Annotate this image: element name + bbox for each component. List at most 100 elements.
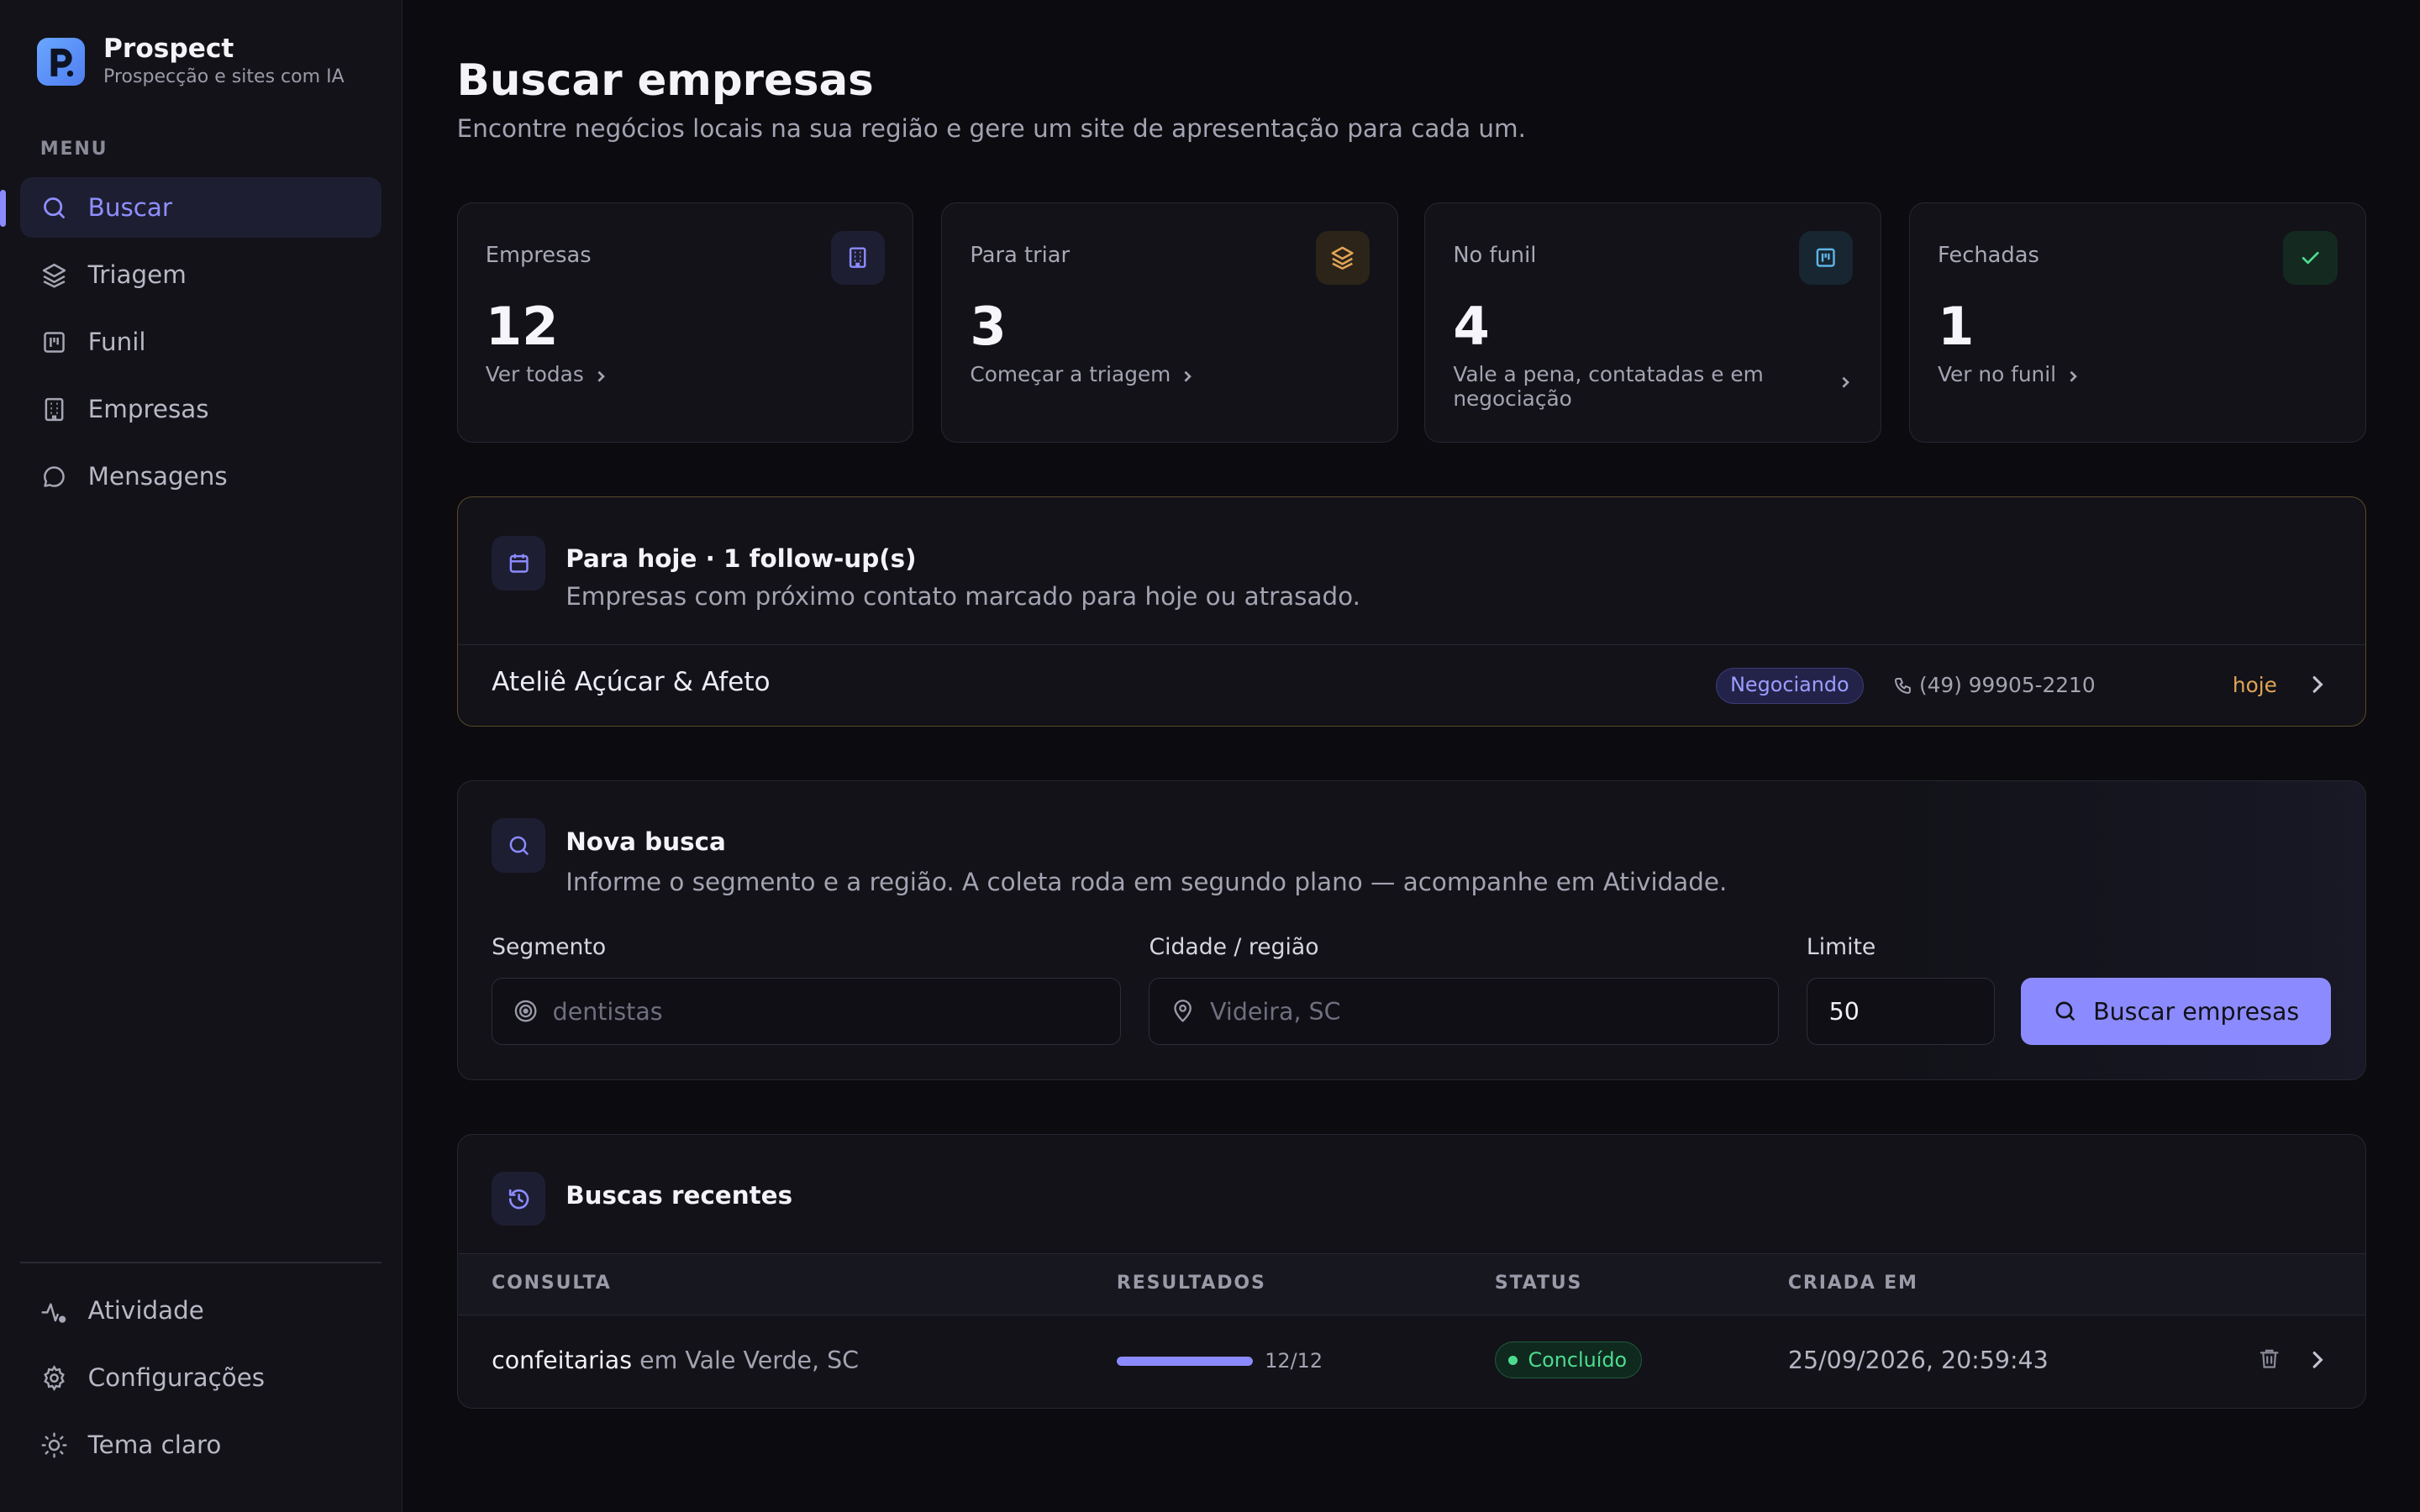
results-progress-bar — [1116, 1357, 1253, 1367]
followup-company-name: Ateliê Açúcar & Afeto — [492, 666, 771, 697]
stat-label: No funil — [1453, 243, 1537, 269]
chevron-right-icon — [1838, 371, 1853, 396]
followup-phone: (49) 99905-2210 — [1893, 673, 2096, 697]
sidebar-item-label: Buscar — [87, 193, 172, 223]
sidebar-item-empresas[interactable]: Empresas — [20, 379, 381, 439]
stat-card-empresas[interactable]: Empresas 12 Ver todas — [456, 202, 914, 444]
query-segment: confeitarias — [492, 1346, 633, 1374]
search-icon — [492, 818, 546, 873]
activity-icon — [40, 1297, 68, 1325]
app-tagline: Prospecção e sites com IA — [103, 66, 345, 88]
stat-card-para-triar[interactable]: Para triar 3 Começar a triagem — [941, 202, 1399, 444]
building-icon — [830, 230, 886, 285]
sidebar-item-label: Configurações — [87, 1363, 266, 1393]
sidebar-item-triagem[interactable]: Triagem — [20, 244, 381, 305]
search-subtitle: Informe o segmento e a região. A coleta … — [566, 868, 1728, 897]
stat-link-label: Ver no funil — [1938, 361, 2057, 386]
check-icon — [2283, 230, 2338, 285]
sidebar-item-atividade[interactable]: Atividade — [20, 1280, 381, 1341]
sidebar-item-buscar[interactable]: Buscar — [0, 177, 381, 238]
segment-input[interactable]: dentistas — [492, 977, 1122, 1046]
segment-label: Segmento — [492, 934, 607, 961]
stat-value: 3 — [970, 295, 1007, 357]
status-dot — [1507, 1355, 1518, 1365]
app-logo — [37, 38, 86, 86]
kanban-icon — [1798, 230, 1853, 285]
search-companies-button[interactable]: Buscar empresas — [2021, 977, 2332, 1046]
history-icon — [492, 1172, 546, 1226]
stat-card-no-funil[interactable]: No funil 4 Vale a pena, contatadas e em … — [1424, 202, 1881, 444]
sidebar-item-mensagens[interactable]: Mensagens — [20, 446, 381, 507]
app-name: Prospect — [103, 34, 234, 65]
column-header: RESULTADOS — [1116, 1273, 1266, 1294]
table-row[interactable]: confeitarias em Vale Verde, SC 12/12 Con… — [458, 1315, 2365, 1408]
today-followups-card: Para hoje · 1 follow-up(s) Empresas com … — [456, 496, 2366, 727]
stat-link-label: Vale a pena, contatadas e em negociação — [1453, 361, 1764, 411]
segment-placeholder: dentistas — [552, 997, 663, 1026]
phone-icon — [1893, 675, 1913, 696]
status-label: Concluído — [1528, 1347, 1628, 1372]
chevron-right-icon[interactable] — [2307, 1347, 2328, 1376]
theme-toggle[interactable]: Tema claro — [20, 1415, 381, 1476]
search-title: Nova busca — [566, 827, 726, 857]
sidebar-item-label: Triagem — [87, 260, 187, 290]
chevron-right-icon — [593, 365, 608, 389]
limit-value: 50 — [1828, 997, 1860, 1026]
followup-due: hoje — [2232, 672, 2277, 697]
limit-input[interactable]: 50 — [1806, 977, 1995, 1046]
city-label: Cidade / região — [1149, 934, 1319, 961]
sidebar-item-label: Atividade — [87, 1296, 204, 1326]
followup-row[interactable]: Ateliê Açúcar & Afeto Negociando (49) 99… — [457, 643, 2365, 726]
today-title: Para hoje · 1 follow-up(s) — [566, 543, 917, 573]
stat-card-fechadas[interactable]: Fechadas 1 Ver no funil — [1908, 202, 2366, 444]
today-subtitle: Empresas com próximo contato marcado par… — [566, 582, 1360, 612]
sidebar-item-label: Tema claro — [87, 1431, 222, 1460]
page-subtitle: Encontre negócios locais na sua região e… — [456, 113, 1526, 143]
column-header: CRIADA EM — [1787, 1273, 1918, 1294]
stat-value: 4 — [1453, 295, 1490, 357]
stat-label: Fechadas — [1938, 243, 2039, 269]
stat-link[interactable]: Vale a pena, contatadas e em negociação — [1453, 362, 1853, 411]
sidebar-item-label: Empresas — [87, 395, 209, 424]
status-badge: Concluído — [1494, 1341, 1642, 1379]
chevron-right-icon[interactable] — [2307, 673, 2328, 701]
chevron-right-icon — [2065, 365, 2081, 389]
page-title: Buscar empresas — [456, 55, 874, 107]
city-input[interactable]: Videira, SC — [1149, 977, 1779, 1046]
stat-value: 1 — [1938, 295, 1975, 357]
sun-icon — [40, 1431, 68, 1459]
phone-number: (49) 99905-2210 — [1919, 672, 2096, 697]
created-at: 25/09/2026, 20:59:43 — [1787, 1346, 2049, 1374]
sidebar: Prospect Prospecção e sites com IA MENU … — [0, 0, 403, 1512]
sidebar-item-configuracoes[interactable]: Configurações — [20, 1348, 381, 1409]
column-header: CONSULTA — [492, 1273, 612, 1294]
search-icon — [2053, 999, 2077, 1023]
status-badge: Negociando — [1715, 668, 1865, 704]
sidebar-nav: Buscar Triagem Funil Empresas Mensagens — [0, 177, 381, 513]
trash-icon[interactable] — [2257, 1347, 2281, 1377]
sidebar-item-funil[interactable]: Funil — [20, 312, 381, 372]
building-icon — [40, 396, 68, 423]
stat-link-label: Começar a triagem — [970, 361, 1171, 386]
map-pin-icon — [1170, 998, 1196, 1024]
layers-icon — [40, 261, 68, 289]
query-cell: confeitarias em Vale Verde, SC — [492, 1347, 859, 1374]
recent-searches-card: Buscas recentes CONSULTA RESULTADOS STAT… — [456, 1133, 2366, 1409]
recent-title: Buscas recentes — [566, 1181, 793, 1210]
stat-value: 12 — [485, 295, 559, 357]
stat-link[interactable]: Começar a triagem — [970, 362, 1370, 390]
sidebar-bottom-nav: Atividade Configurações Tema claro — [20, 1280, 381, 1482]
limit-label: Limite — [1806, 934, 1876, 961]
target-icon — [513, 998, 539, 1024]
brand[interactable]: Prospect Prospecção e sites com IA — [37, 34, 345, 89]
menu-label: MENU — [39, 139, 108, 160]
stat-link[interactable]: Ver no funil — [1938, 362, 2338, 390]
table-header: CONSULTA RESULTADOS STATUS CRIADA EM — [457, 1253, 2365, 1315]
message-icon — [40, 463, 68, 491]
sidebar-divider — [19, 1262, 381, 1264]
city-placeholder: Videira, SC — [1210, 997, 1341, 1026]
results-progress-fill — [1116, 1357, 1253, 1367]
stat-link[interactable]: Ver todas — [486, 362, 886, 390]
results-count: 12/12 — [1265, 1349, 1323, 1373]
stat-link-label: Ver todas — [485, 361, 584, 386]
